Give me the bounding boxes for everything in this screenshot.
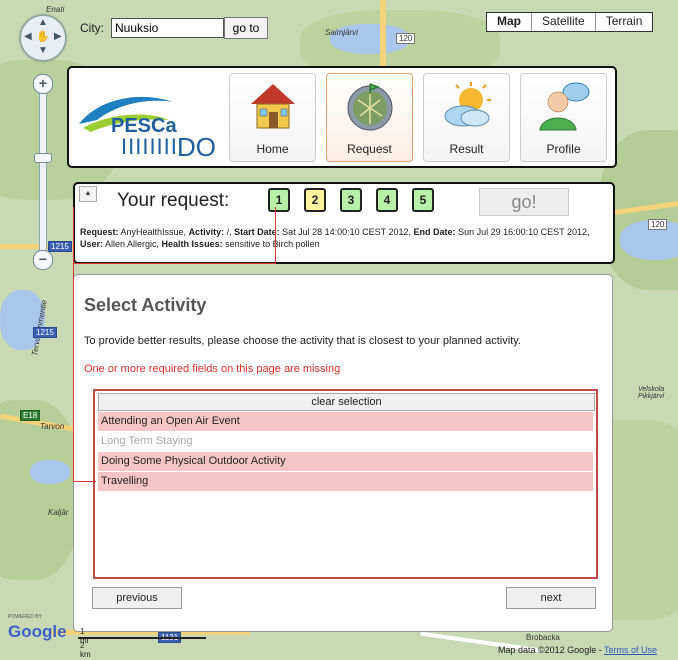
step-2-button[interactable]: 2: [304, 188, 326, 212]
city-input[interactable]: [111, 18, 224, 38]
request-panel: ▲ Your request: 1 2 3 4 5 go! Request: A…: [73, 182, 615, 264]
activity-item-long-term-staying[interactable]: Long Term Staying: [98, 432, 593, 451]
hand-icon[interactable]: ✋: [36, 30, 50, 43]
pescado-logo: PESCa IIIIIIII DO: [77, 80, 225, 162]
google-logo[interactable]: Google: [8, 622, 67, 642]
zoom-in-button[interactable]: +: [33, 74, 53, 94]
svg-text:IIIIIIII: IIIIIIII: [121, 134, 178, 159]
nav-profile-button[interactable]: Profile: [520, 73, 607, 162]
scale-km: 2 km: [80, 641, 91, 659]
nav-request-button[interactable]: Request: [326, 73, 413, 162]
activity-description: To provide better results, please choose…: [84, 335, 521, 347]
nav-result-label: Result: [449, 142, 484, 156]
road-shield: 1215: [33, 327, 57, 338]
clear-selection-button[interactable]: clear selection: [98, 393, 595, 411]
summary-value: /,: [224, 227, 235, 237]
map-data-text: Map data ©2012 Google: [498, 645, 597, 655]
collapse-up-icon[interactable]: ▲: [79, 186, 97, 202]
step-4-button[interactable]: 4: [376, 188, 398, 212]
summary-key: Request:: [80, 227, 119, 237]
summary-key: Health Issues:: [161, 239, 223, 249]
summary-key: Start Date:: [234, 227, 280, 237]
map-type-satellite[interactable]: Satellite: [531, 13, 595, 31]
attribution-separator: -: [596, 645, 605, 655]
weather-sun-cloud-icon: [441, 80, 493, 132]
step-1-button[interactable]: 1: [268, 188, 290, 212]
pan-up-icon[interactable]: ▲: [38, 17, 48, 28]
activity-item-physical-outdoor[interactable]: Doing Some Physical Outdoor Activity: [98, 452, 593, 471]
summary-value: Allen Allergic,: [103, 239, 162, 249]
map-attribution: Map data ©2012 Google - Terms of Use: [498, 645, 657, 655]
app-header: PESCa IIIIIIII DO Home Request Result Pr…: [67, 66, 617, 168]
activity-list: clear selection Attending an Open Air Ev…: [93, 389, 598, 579]
activity-item-open-air-event[interactable]: Attending an Open Air Event: [98, 412, 593, 431]
map-label: Tarvon: [40, 422, 65, 431]
pan-left-icon[interactable]: ◀: [24, 31, 32, 42]
map-label: Saimjärvi: [325, 28, 358, 37]
next-button[interactable]: next: [506, 587, 596, 609]
nav-profile-label: Profile: [546, 142, 581, 156]
summary-key: Activity:: [188, 227, 225, 237]
map-label: Enati: [46, 5, 65, 14]
nav-request-label: Request: [347, 142, 392, 156]
summary-key: End Date:: [413, 227, 456, 237]
request-summary: Request: AnyHealthIssue, Activity: /, St…: [80, 226, 608, 250]
summary-value: Sun Jul 29 16:00:10 CEST 2012,: [455, 227, 590, 237]
map-globe-icon: [344, 80, 396, 132]
request-title: Your request:: [117, 190, 230, 211]
user-speech-icon: [538, 80, 590, 132]
zoom-slider-handle[interactable]: [34, 153, 52, 163]
svg-text:DO: DO: [177, 132, 216, 160]
zoom-out-button[interactable]: −: [33, 250, 53, 270]
summary-value: Sat Jul 28 14:00:10 CEST 2012,: [279, 227, 414, 237]
terms-of-use-link[interactable]: Terms of Use: [604, 645, 657, 655]
step-5-button[interactable]: 5: [412, 188, 434, 212]
nav-home-button[interactable]: Home: [229, 73, 316, 162]
go-button[interactable]: go!: [479, 188, 569, 216]
powered-by-text: POWERED BY: [8, 614, 42, 620]
map-label: Kaljär: [48, 508, 69, 517]
road-shield: 1215: [48, 241, 72, 252]
map-label: Brobacka: [526, 633, 560, 642]
previous-button[interactable]: previous: [92, 587, 182, 609]
page-title: Select Activity: [84, 295, 207, 315]
nav-home-label: Home: [256, 142, 289, 156]
pan-right-icon[interactable]: ▶: [54, 31, 62, 42]
step-3-button[interactable]: 3: [340, 188, 362, 212]
select-activity-panel: Select Activity To provide better result…: [73, 274, 613, 632]
zoom-track[interactable]: [39, 90, 47, 252]
city-label: City:: [80, 21, 104, 35]
activity-item-travelling[interactable]: Travelling: [98, 472, 593, 491]
road-shield: 120: [396, 33, 416, 44]
house-icon: [247, 80, 299, 132]
map-type-map[interactable]: Map: [487, 13, 531, 31]
validation-error: One or more required fields on this page…: [84, 363, 341, 375]
road-shield: E18: [20, 410, 41, 421]
summary-key: User:: [80, 239, 104, 249]
summary-value: sensitive to Birch pollen: [222, 239, 320, 249]
goto-button[interactable]: go to: [224, 17, 268, 39]
nav-result-button[interactable]: Result: [423, 73, 510, 162]
map-type-selector: Map Satellite Terrain: [486, 12, 654, 32]
pan-control[interactable]: ▲ ◀ ▶ ▼ ✋: [20, 15, 66, 61]
map-label: Velskola Pikkjärvi: [638, 386, 665, 400]
summary-value: AnyHealthIssue,: [118, 227, 189, 237]
map-type-terrain[interactable]: Terrain: [594, 13, 653, 31]
pan-down-icon[interactable]: ▼: [38, 45, 48, 56]
road-shield: 120: [648, 219, 668, 230]
